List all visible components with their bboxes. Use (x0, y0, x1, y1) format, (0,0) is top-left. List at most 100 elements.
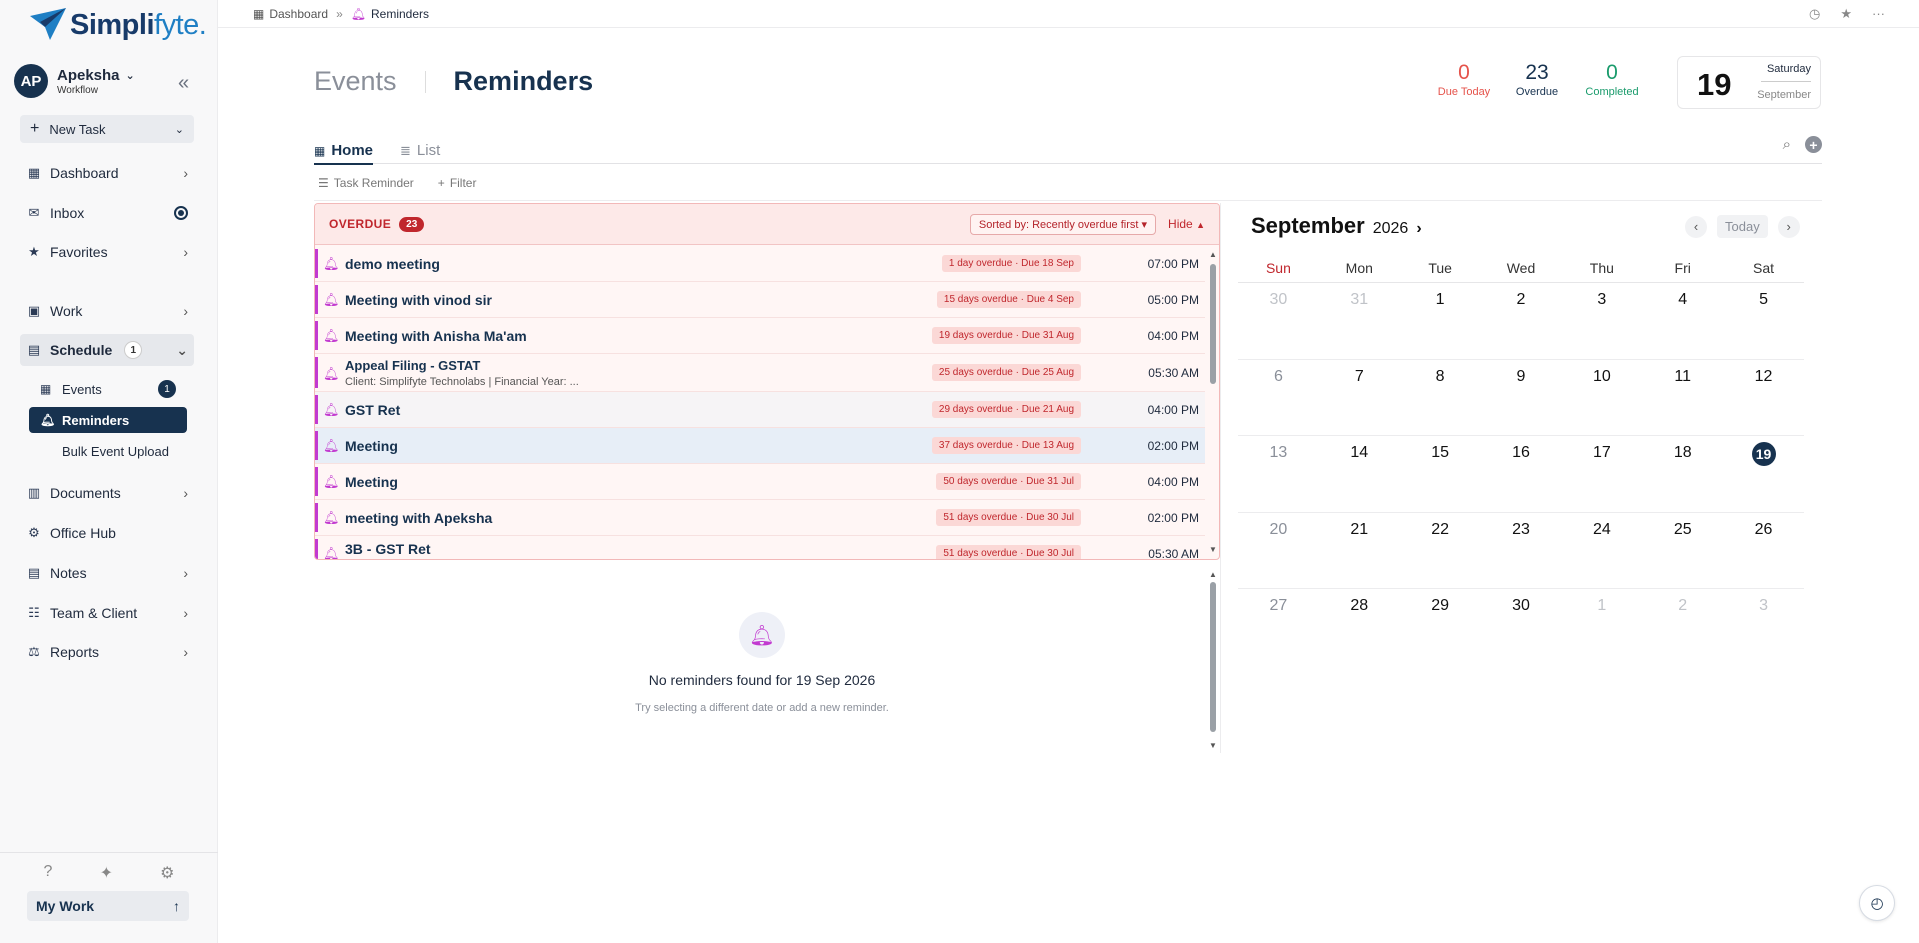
overdue-scrollbar[interactable]: ▲ ▼ (1209, 250, 1217, 554)
reminder-toolbar: ☰ Task Reminder + Filter (318, 176, 476, 190)
overdue-badge: 1 day overdue · Due 18 Sep (941, 255, 1081, 272)
star-icon[interactable]: ★ (1840, 6, 1852, 22)
sidebar-item-reminders[interactable]: 🔔︎ Reminders (29, 407, 187, 433)
sidebar-item-documents[interactable]: ▥ Documents › (20, 477, 194, 509)
calendar-day[interactable]: 20 (1238, 513, 1319, 589)
calendar-day[interactable]: 2 (1481, 283, 1562, 359)
calendar-day[interactable]: 28 (1319, 589, 1400, 666)
reminder-time: 04:00 PM (1147, 474, 1199, 489)
reports-icon: ⚖ (28, 644, 40, 659)
stat-completed[interactable]: 0 Completed (1581, 61, 1643, 98)
sidebar-item-notes[interactable]: ▤ Notes › (20, 557, 194, 589)
calendar-day[interactable]: 4 (1642, 283, 1723, 359)
calendar-day[interactable]: 22 (1400, 513, 1481, 589)
reminder-row[interactable]: 🔔︎ Meeting with vinod sir 15 days overdu… (315, 282, 1205, 318)
calendar-day[interactable]: 29 (1400, 589, 1481, 666)
sidebar-item-reports[interactable]: ⚖ Reports › (20, 636, 194, 668)
reminder-row[interactable]: 🔔︎ Meeting 50 days overdue · Due 31 Jul … (315, 464, 1205, 500)
calendar-day[interactable]: 26 (1723, 513, 1804, 589)
calendar-day[interactable]: 1 (1561, 589, 1642, 666)
calendar-day[interactable]: 31 (1319, 283, 1400, 359)
calendar-day[interactable]: 10 (1561, 360, 1642, 436)
overdue-badge: 50 days overdue · Due 31 Jul (936, 473, 1081, 490)
calendar-day[interactable]: 12 (1723, 360, 1804, 436)
calendar-day[interactable]: 9 (1481, 360, 1562, 436)
stat-overdue[interactable]: 23 Overdue (1515, 61, 1559, 98)
calendar-day[interactable]: 30 (1481, 589, 1562, 666)
calendar-day[interactable]: 21 (1319, 513, 1400, 589)
announcement-icon[interactable]: ✦ (100, 863, 113, 883)
sidebar-item-events[interactable]: ▦ Events 1 (29, 376, 187, 402)
calendar-day[interactable]: 13 (1238, 436, 1319, 512)
calendar-day[interactable]: 15 (1400, 436, 1481, 512)
calendar-day[interactable]: 25 (1642, 513, 1723, 589)
next-month-button[interactable]: › (1777, 215, 1800, 238)
sidebar-item-work[interactable]: ▣ Work › (20, 295, 194, 327)
calendar-day[interactable]: 14 (1319, 436, 1400, 512)
user-switcher[interactable]: AP Apeksha ⌄ Workflow (14, 64, 135, 98)
my-work-button[interactable]: My Work ↑ (27, 891, 189, 921)
calendar-day[interactable]: 3 (1561, 283, 1642, 359)
reminder-subtitle: Client: Simplifyte Technolabs | Financia… (345, 375, 579, 388)
tab-home[interactable]: ▦ Home (314, 142, 374, 165)
reminder-row[interactable]: 🔔︎ Meeting with Anisha Ma'am 19 days ove… (315, 318, 1205, 354)
calendar-day[interactable]: 1 (1400, 283, 1481, 359)
help-icon[interactable]: ? (44, 863, 53, 883)
sidebar-item-inbox[interactable]: ✉ Inbox (20, 197, 194, 229)
reminder-row[interactable]: 🔔︎ GST Ret 29 days overdue · Due 21 Aug … (315, 392, 1205, 428)
calendar-day[interactable]: 16 (1481, 436, 1562, 512)
sidebar-item-favorites[interactable]: ★ Favorites › (20, 236, 194, 268)
calendar-day[interactable]: 11 (1642, 360, 1723, 436)
sidebar-item-schedule[interactable]: ▤ Schedule 1 ⌄ (20, 334, 194, 366)
calendar-day[interactable]: 8 (1400, 360, 1481, 436)
calendar-day[interactable]: 18 (1642, 436, 1723, 512)
calendar-day[interactable]: 23 (1481, 513, 1562, 589)
collapse-sidebar-icon[interactable]: « (178, 72, 189, 95)
events-badge: 1 (158, 380, 176, 398)
tab-events[interactable]: Events (314, 66, 397, 97)
bell-icon: 🔔︎ (323, 510, 340, 525)
reminder-row[interactable]: 🔔︎ meeting with Apeksha 51 days overdue … (315, 500, 1205, 536)
calendar-day[interactable]: 5 (1723, 283, 1804, 359)
reminders-scrollbar[interactable]: ▲ ▼ (1209, 570, 1217, 750)
sidebar-item-dashboard[interactable]: ▦ Dashboard › (20, 157, 194, 189)
task-reminder-button[interactable]: ☰ Task Reminder (318, 176, 414, 190)
reminder-row[interactable]: 🔔︎ demo meeting 1 day overdue · Due 18 S… (315, 246, 1205, 282)
calendar-month-picker[interactable]: September 2026 › (1251, 213, 1422, 239)
reminder-row[interactable]: 🔔︎ Meeting 37 days overdue · Due 13 Aug … (315, 428, 1205, 464)
reminder-row[interactable]: 🔔︎ 3B - GST Ret 51 days overdue · Due 30… (315, 536, 1205, 559)
brand-logo[interactable]: Simplifyte. (28, 6, 207, 44)
sidebar-item-bulk-event-upload[interactable]: Bulk Event Upload (29, 438, 187, 464)
tab-reminders[interactable]: Reminders (454, 66, 594, 97)
breadcrumb-reminders[interactable]: 🔔︎ Reminders (351, 7, 429, 21)
calendar-day[interactable]: 17 (1561, 436, 1642, 512)
calendar-day[interactable]: 2 (1642, 589, 1723, 666)
filter-button[interactable]: + Filter (438, 176, 477, 190)
calendar-day[interactable]: 27 (1238, 589, 1319, 666)
more-icon[interactable]: ··· (1872, 6, 1885, 22)
prev-month-button[interactable]: ‹ (1685, 215, 1707, 238)
sidebar-item-office-hub[interactable]: ⚙ Office Hub (20, 517, 194, 549)
reminder-row[interactable]: 🔔︎ Appeal Filing - GSTAT Client: Simplif… (315, 354, 1205, 392)
add-reminder-icon[interactable]: + (1805, 136, 1822, 153)
tab-list[interactable]: ≣ List (400, 142, 440, 159)
bell-icon: 🔔︎ (323, 256, 340, 271)
today-button[interactable]: Today (1717, 215, 1768, 238)
calendar-day[interactable]: 24 (1561, 513, 1642, 589)
settings-icon[interactable]: ⚙ (160, 863, 174, 883)
calendar-day[interactable]: 30 (1238, 283, 1319, 359)
sort-dropdown[interactable]: Sorted by: Recently overdue first ▾ (969, 213, 1157, 235)
sidebar-item-team-client[interactable]: ☷ Team & Client › (20, 597, 194, 629)
hide-overdue-button[interactable]: Hide ▲ (1168, 217, 1205, 231)
calendar-day-selected[interactable]: 19 (1723, 436, 1804, 512)
overdue-count-badge: 23 (399, 216, 425, 232)
calendar-day[interactable]: 7 (1319, 360, 1400, 436)
breadcrumb-dashboard[interactable]: ▦ Dashboard (253, 7, 328, 21)
calendar-day[interactable]: 6 (1238, 360, 1319, 436)
stat-due-today[interactable]: 0 Due Today (1436, 61, 1492, 98)
calendar-day[interactable]: 3 (1723, 589, 1804, 666)
search-icon[interactable]: ⌕ (1783, 136, 1791, 153)
history-icon[interactable]: ◷ (1809, 6, 1820, 22)
timer-icon[interactable]: ◴ (1859, 885, 1895, 921)
new-task-button[interactable]: + New Task ⌄ (20, 115, 194, 143)
